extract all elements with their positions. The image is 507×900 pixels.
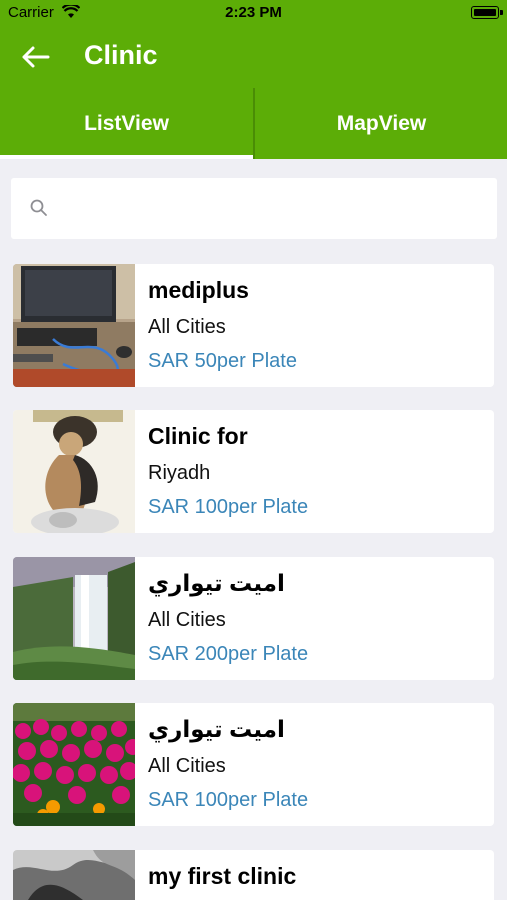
clinic-name: اميت تيواري — [148, 570, 285, 596]
clinic-city: All Cities — [148, 609, 226, 631]
clinic-price: SAR 100per Plate — [148, 789, 309, 811]
tab-mapview[interactable]: MapView — [255, 88, 507, 159]
clinic-name: my first clinic — [148, 863, 297, 889]
waterfall-photo — [13, 557, 135, 680]
view-tabs: ListView MapView — [0, 88, 507, 159]
battery-icon — [471, 6, 503, 19]
tab-selected-indicator — [0, 155, 253, 159]
clinic-card[interactable]: my first clinic — [13, 850, 494, 900]
status-bar: Carrier 2:23 PM — [0, 0, 507, 26]
search-icon — [30, 199, 47, 216]
clinic-name: اميت تيواري — [148, 716, 285, 742]
clinic-name: mediplus — [148, 277, 249, 303]
clinic-price: SAR 100per Plate — [148, 496, 309, 518]
clinic-city: All Cities — [148, 755, 226, 777]
search-bar — [11, 178, 497, 239]
grayscale-photo — [13, 850, 135, 900]
clinic-card[interactable]: اميت تيواري All Cities SAR 200per Plate — [13, 557, 494, 680]
clinic-city: All Cities — [148, 316, 226, 338]
clinic-card[interactable]: اميت تيواري All Cities SAR 100per Plate — [13, 703, 494, 826]
computer-desk-photo — [13, 264, 135, 387]
tab-listview[interactable]: ListView — [0, 88, 253, 159]
clock: 2:23 PM — [225, 4, 282, 21]
clinic-card[interactable]: Clinic for Riyadh SAR 100per Plate — [13, 410, 494, 533]
search-input[interactable] — [63, 190, 487, 228]
arrow-left-icon[interactable] — [20, 42, 52, 72]
clinic-name: Clinic for — [148, 423, 248, 449]
clinic-card[interactable]: mediplus All Cities SAR 50per Plate — [13, 264, 494, 387]
clinic-price: SAR 200per Plate — [148, 643, 309, 665]
flowers-photo — [13, 703, 135, 826]
nav-bar: Clinic — [0, 26, 507, 88]
clinic-price: SAR 50per Plate — [148, 350, 297, 372]
clinic-city: Riyadh — [148, 462, 211, 484]
page-title: Clinic — [84, 40, 158, 70]
child-sculpture-photo — [13, 410, 135, 533]
